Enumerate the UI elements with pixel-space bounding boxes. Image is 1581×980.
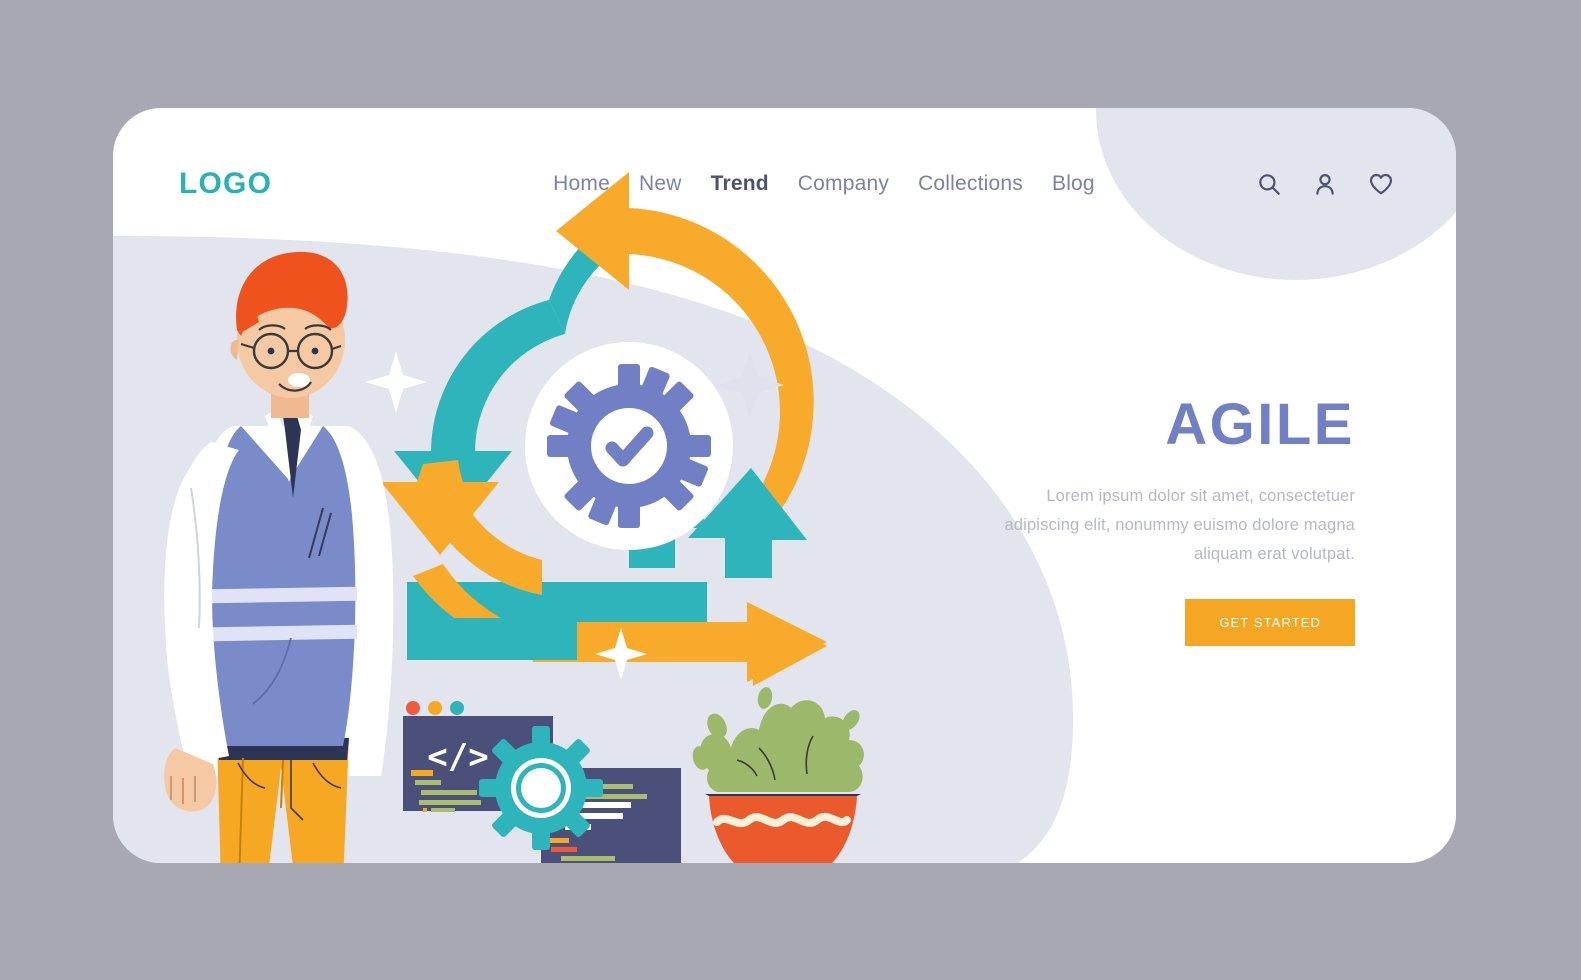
hero-paragraph: Lorem ipsum dolor sit amet, consectetuer… [1004, 487, 1355, 564]
search-icon[interactable] [1254, 169, 1284, 199]
user-icon[interactable] [1310, 169, 1340, 199]
nav-item-trend[interactable]: Trend [711, 172, 769, 196]
hero-copy: AGILE Lorem ipsum dolor sit amet, consec… [975, 392, 1355, 647]
header-actions [1254, 169, 1396, 199]
nav-item-home[interactable]: Home [553, 172, 610, 196]
logo[interactable]: LOGO [179, 167, 272, 201]
nav-item-new[interactable]: New [639, 172, 682, 196]
nav-item-blog[interactable]: Blog [1052, 172, 1095, 196]
get-started-button[interactable]: GET STARTED [1185, 599, 1355, 647]
main-navigation: Home New Trend Company Collections Blog [553, 172, 1095, 196]
landing-page-card: </> LOGO Home New Trend Company Collecti… [113, 108, 1456, 863]
screen: </> LOGO Home New Trend Company Collecti… [0, 0, 1581, 980]
nav-item-company[interactable]: Company [798, 172, 889, 196]
heart-icon[interactable] [1366, 169, 1396, 199]
nav-item-collections[interactable]: Collections [918, 172, 1023, 196]
site-header: LOGO Home New Trend Company Collections … [113, 108, 1456, 260]
page-title: AGILE [1165, 392, 1355, 457]
